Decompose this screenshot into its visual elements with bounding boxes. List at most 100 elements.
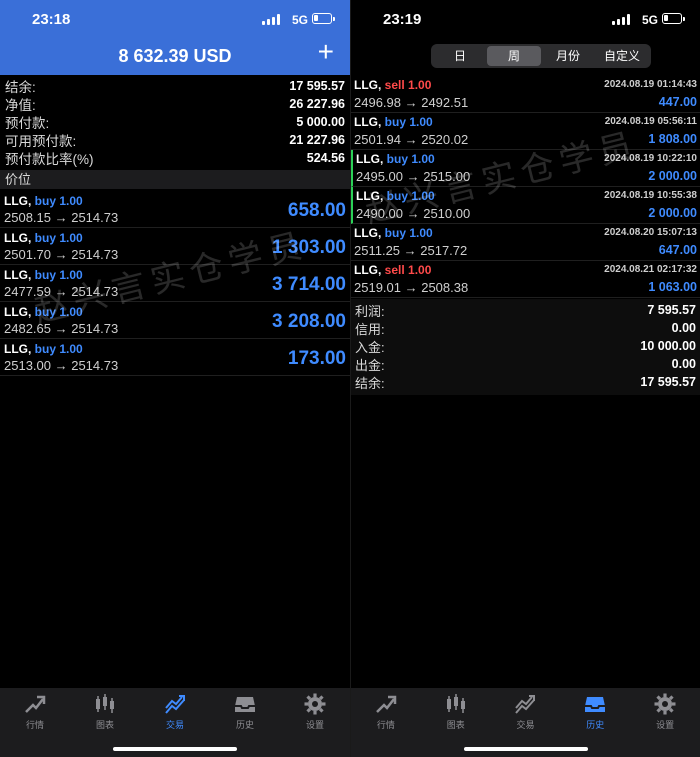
tab-trade[interactable]: 交易 bbox=[491, 692, 561, 732]
tab-label: 历史 bbox=[235, 720, 254, 730]
tab-settings[interactable]: 设置 bbox=[280, 692, 350, 732]
position-row[interactable]: LLG, buy 1.00 2501.70 → 2514.73 1 303.00 bbox=[0, 228, 350, 265]
position-symbol: LLG, bbox=[4, 268, 32, 282]
period-custom[interactable]: 自定义 bbox=[595, 46, 649, 66]
position-row[interactable]: LLG, buy 1.00 2508.15 → 2514.73 658.00 bbox=[0, 191, 350, 228]
summary-row: 净值: 26 227.96 bbox=[0, 95, 350, 113]
period-day[interactable]: 日 bbox=[433, 46, 487, 66]
network-label: 5G bbox=[641, 13, 658, 27]
tab-label: 交易 bbox=[165, 720, 184, 730]
position-row[interactable]: LLG, buy 1.00 2477.59 → 2514.73 3 714.00 bbox=[0, 265, 350, 302]
position-row[interactable]: LLG, buy 1.00 2482.65 → 2514.73 3 208.00 bbox=[0, 302, 350, 339]
position-profit: 3 208.00 bbox=[272, 311, 346, 332]
total-label: 入金: bbox=[355, 339, 385, 355]
candlestick-icon bbox=[96, 694, 114, 713]
deal-prices: 2496.98 → 2492.51 bbox=[354, 95, 469, 110]
position-side: buy 1.00 bbox=[34, 231, 83, 245]
deal-row[interactable]: LLG, buy 1.00 2024.08.19 05:56:11 2501.9… bbox=[351, 113, 700, 150]
tab-settings[interactable]: 设置 bbox=[630, 692, 700, 732]
tab-chart[interactable]: 图表 bbox=[70, 692, 140, 732]
position-side: buy 1.00 bbox=[34, 342, 83, 356]
period-week[interactable]: 周 bbox=[487, 46, 541, 66]
deal-row[interactable]: LLG, buy 1.00 2024.08.20 15:07:13 2511.2… bbox=[351, 224, 700, 261]
deal-prices: 2519.01 → 2508.38 bbox=[354, 280, 469, 295]
gear-icon bbox=[304, 693, 326, 715]
home-indicator[interactable] bbox=[113, 747, 237, 751]
deal-title: LLG, buy 1.00 bbox=[354, 115, 433, 129]
tab-quotes[interactable]: 行情 bbox=[0, 692, 70, 732]
account-balance: 8 632.39 USD bbox=[118, 46, 232, 66]
total-row: 利润: 7 595.57 bbox=[351, 301, 700, 319]
history-totals: 利润: 7 595.57 信用: 0.00 入金: 10 000.00 出金: 0.00… bbox=[351, 301, 700, 391]
battery-icon bbox=[312, 13, 335, 24]
position-title: LLG, buy 1.00 bbox=[4, 342, 83, 356]
deal-row[interactable]: LLG, sell 1.00 2024.08.21 02:17:32 2519.… bbox=[351, 261, 700, 298]
total-row: 信用: 0.00 bbox=[351, 319, 700, 337]
deal-row[interactable]: LLG, sell 1.00 2024.08.19 01:14:43 2496.… bbox=[351, 76, 700, 113]
total-label: 出金: bbox=[355, 357, 385, 373]
tab-history[interactable]: 历史 bbox=[560, 692, 630, 732]
home-indicator[interactable] bbox=[463, 747, 588, 751]
signal-icon bbox=[262, 14, 280, 25]
deal-title: LLG, buy 1.00 bbox=[356, 189, 435, 203]
positions-list: LLG, buy 1.00 2508.15 → 2514.73 658.00 L… bbox=[0, 191, 350, 376]
tab-label: 图表 bbox=[446, 720, 465, 730]
status-time: 23:19 bbox=[383, 11, 422, 28]
add-order-button[interactable]: + bbox=[318, 38, 334, 66]
total-label: 利润: bbox=[355, 303, 385, 319]
tab-chart[interactable]: 图表 bbox=[421, 692, 491, 732]
deal-time: 2024.08.19 01:14:43 bbox=[604, 79, 697, 90]
deal-side: buy 1.00 bbox=[386, 189, 435, 203]
total-value: 17 595.57 bbox=[640, 375, 696, 389]
tab-bar: 行情 图表 交易 历史 设置 bbox=[351, 688, 700, 757]
deal-prices: 2511.25 → 2517.72 bbox=[354, 243, 468, 258]
trade-chart-icon bbox=[165, 695, 185, 714]
deal-symbol: LLG, bbox=[354, 263, 382, 277]
summary-row: 可用预付款: 21 227.96 bbox=[0, 131, 350, 149]
summary-value: 21 227.96 bbox=[289, 133, 345, 147]
deal-time: 2024.08.19 05:56:11 bbox=[604, 116, 697, 127]
trend-arrow-icon bbox=[25, 695, 46, 713]
position-prices: 2477.59 → 2514.73 bbox=[4, 284, 119, 299]
trade-header: 23:18 5G 8 632.39 USD + bbox=[0, 0, 350, 75]
position-row[interactable]: LLG, buy 1.00 2513.00 → 2514.73 173.00 bbox=[0, 339, 350, 376]
account-summary: 结余: 17 595.57 净值: 26 227.96 预付款: 5 000.00 可… bbox=[0, 77, 350, 167]
position-symbol: LLG, bbox=[4, 194, 32, 208]
position-profit: 3 714.00 bbox=[272, 274, 346, 295]
deal-profit: 2 000.00 bbox=[648, 206, 697, 220]
summary-value: 524.56 bbox=[306, 151, 345, 165]
deal-profit: 2 000.00 bbox=[648, 169, 697, 183]
tab-label: 行情 bbox=[25, 720, 44, 730]
tab-label: 设置 bbox=[305, 720, 324, 730]
candlestick-icon bbox=[446, 694, 465, 713]
deal-row[interactable]: LLG, buy 1.00 2024.08.19 10:22:10 2495.0… bbox=[351, 150, 700, 187]
battery-icon bbox=[662, 13, 685, 24]
deal-title: LLG, buy 1.00 bbox=[356, 152, 435, 166]
deal-row[interactable]: LLG, buy 1.00 2024.08.19 10:55:38 2490.0… bbox=[351, 187, 700, 224]
summary-label: 结余: bbox=[5, 80, 36, 95]
status-time: 23:18 bbox=[32, 11, 71, 28]
position-side: buy 1.00 bbox=[34, 268, 83, 282]
summary-value: 5 000.00 bbox=[296, 115, 345, 129]
position-prices: 2508.15 → 2514.73 bbox=[4, 210, 119, 225]
deal-symbol: LLG, bbox=[356, 189, 384, 203]
tab-history[interactable]: 历史 bbox=[210, 692, 280, 732]
period-selector: 日 周 月份 自定义 bbox=[431, 44, 651, 68]
deal-profit: 1 808.00 bbox=[648, 132, 697, 146]
network-label: 5G bbox=[291, 13, 308, 27]
signal-icon bbox=[612, 14, 630, 25]
trend-arrow-icon bbox=[376, 695, 397, 713]
summary-value: 17 595.57 bbox=[289, 79, 345, 93]
position-profit: 173.00 bbox=[287, 348, 346, 369]
total-row: 入金: 10 000.00 bbox=[351, 337, 700, 355]
tab-label: 设置 bbox=[656, 720, 675, 730]
deal-time: 2024.08.20 15:07:13 bbox=[604, 227, 697, 238]
total-value: 7 595.57 bbox=[647, 303, 696, 317]
section-title-positions: 价位 bbox=[0, 170, 350, 189]
deal-prices: 2501.94 → 2520.02 bbox=[354, 132, 469, 147]
period-month[interactable]: 月份 bbox=[541, 46, 595, 66]
deal-profit: 647.00 bbox=[658, 243, 697, 257]
tab-trade[interactable]: 交易 bbox=[140, 692, 210, 732]
tab-quotes[interactable]: 行情 bbox=[351, 692, 421, 732]
deal-time: 2024.08.21 02:17:32 bbox=[604, 264, 697, 275]
